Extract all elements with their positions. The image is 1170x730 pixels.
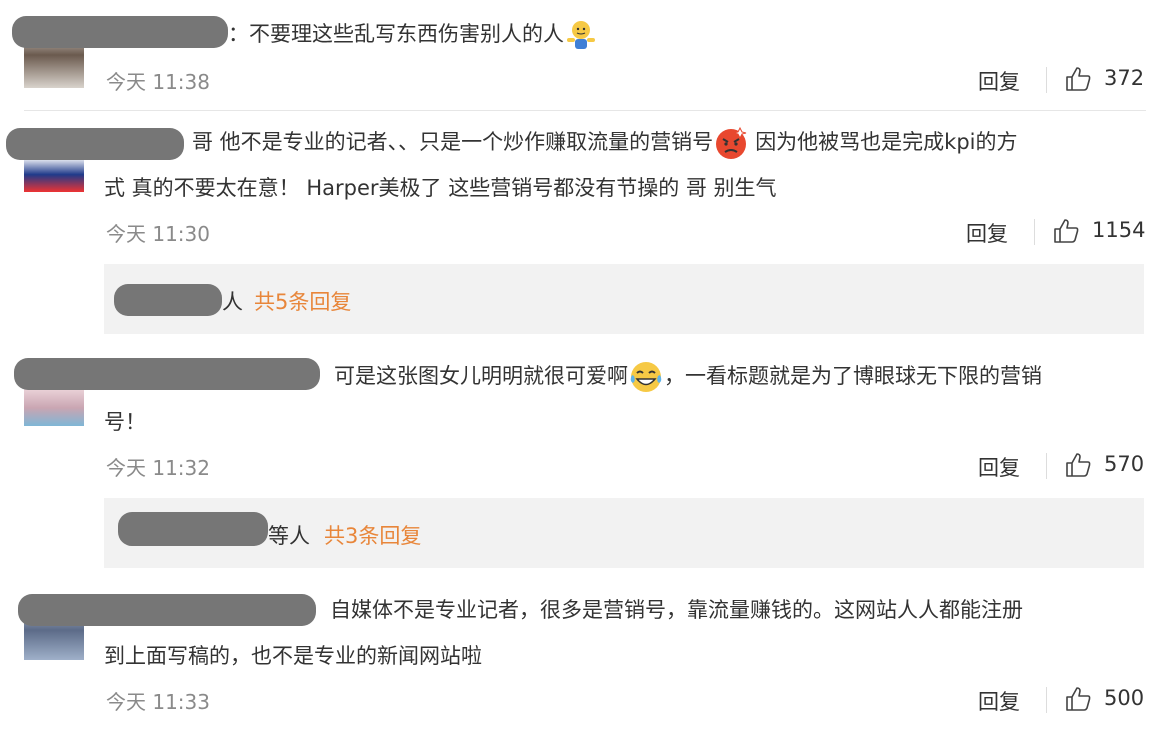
reply-button[interactable]: 回复 xyxy=(978,66,1020,96)
reply-button[interactable]: 回复 xyxy=(966,218,1008,248)
comment-time: 今天 11:30 xyxy=(106,222,210,246)
username-redacted[interactable] xyxy=(18,594,316,626)
view-all-replies-link[interactable]: 共5条回复 xyxy=(254,286,351,316)
thumbs-up-icon[interactable] xyxy=(1052,217,1080,245)
view-all-replies-link[interactable]: 共3条回复 xyxy=(324,520,421,550)
reply-button[interactable]: 回复 xyxy=(978,452,1020,482)
username-redacted[interactable] xyxy=(14,358,320,390)
thumbs-up-icon[interactable] xyxy=(1064,685,1092,713)
comment-text-line1: 自媒体不是专业记者，很多是营销号，靠流量赚钱的。这网站人人都能注册 xyxy=(330,598,1023,622)
thumbs-up-icon[interactable] xyxy=(1064,451,1092,479)
reply-button[interactable]: 回复 xyxy=(978,686,1020,716)
sub-replies-panel[interactable]: 人 共5条回复 xyxy=(104,264,1144,334)
comment-text-line2: 式 真的不要太在意！ Harper美极了 这些营销号都没有节操的 哥 别生气 xyxy=(104,176,777,200)
like-count: 1154 xyxy=(1092,218,1146,242)
like-count: 372 xyxy=(1104,66,1145,90)
comment-text-line2: 号！ xyxy=(104,410,146,434)
comment-text-line1: 哥 他不是专业的记者、、只是一个炒作赚取流量的营销号 因为他被骂也是完成kpi的方 xyxy=(192,124,1018,161)
action-separator xyxy=(1046,453,1047,479)
username-redacted[interactable] xyxy=(6,128,184,160)
action-separator xyxy=(1034,219,1035,245)
sub-replies-panel[interactable]: 等人 共3条回复 xyxy=(104,498,1144,568)
sub-reply-suffix: 人 xyxy=(222,290,243,314)
sub-reply-users-redacted[interactable] xyxy=(118,512,268,546)
sub-reply-suffix: 等人 xyxy=(268,524,310,548)
emoji-shrug-icon xyxy=(567,21,595,49)
like-count: 500 xyxy=(1104,686,1145,710)
thumbs-up-icon[interactable] xyxy=(1064,65,1092,93)
comment-time: 今天 11:38 xyxy=(106,70,210,94)
username-redacted[interactable] xyxy=(12,16,228,48)
comment-text: ：不要理这些乱写东西伤害别人的人 xyxy=(228,16,598,52)
comment-time: 今天 11:32 xyxy=(106,456,210,480)
action-separator xyxy=(1046,687,1047,713)
sub-reply-users-redacted[interactable] xyxy=(114,284,222,316)
comment-text-line2: 到上面写稿的，也不是专业的新闻网站啦 xyxy=(104,644,482,668)
comment-time: 今天 11:33 xyxy=(106,690,210,714)
action-separator xyxy=(1046,67,1047,93)
like-count: 570 xyxy=(1104,452,1145,476)
emoji-laugh-cry-icon xyxy=(630,362,662,392)
comment-text-line1: 可是这张图女儿明明就很可爱啊 ，一看标题就是为了博眼球无下限的营销 xyxy=(334,358,1042,395)
emoji-angry-icon xyxy=(716,126,747,159)
comment-divider xyxy=(24,110,1146,111)
